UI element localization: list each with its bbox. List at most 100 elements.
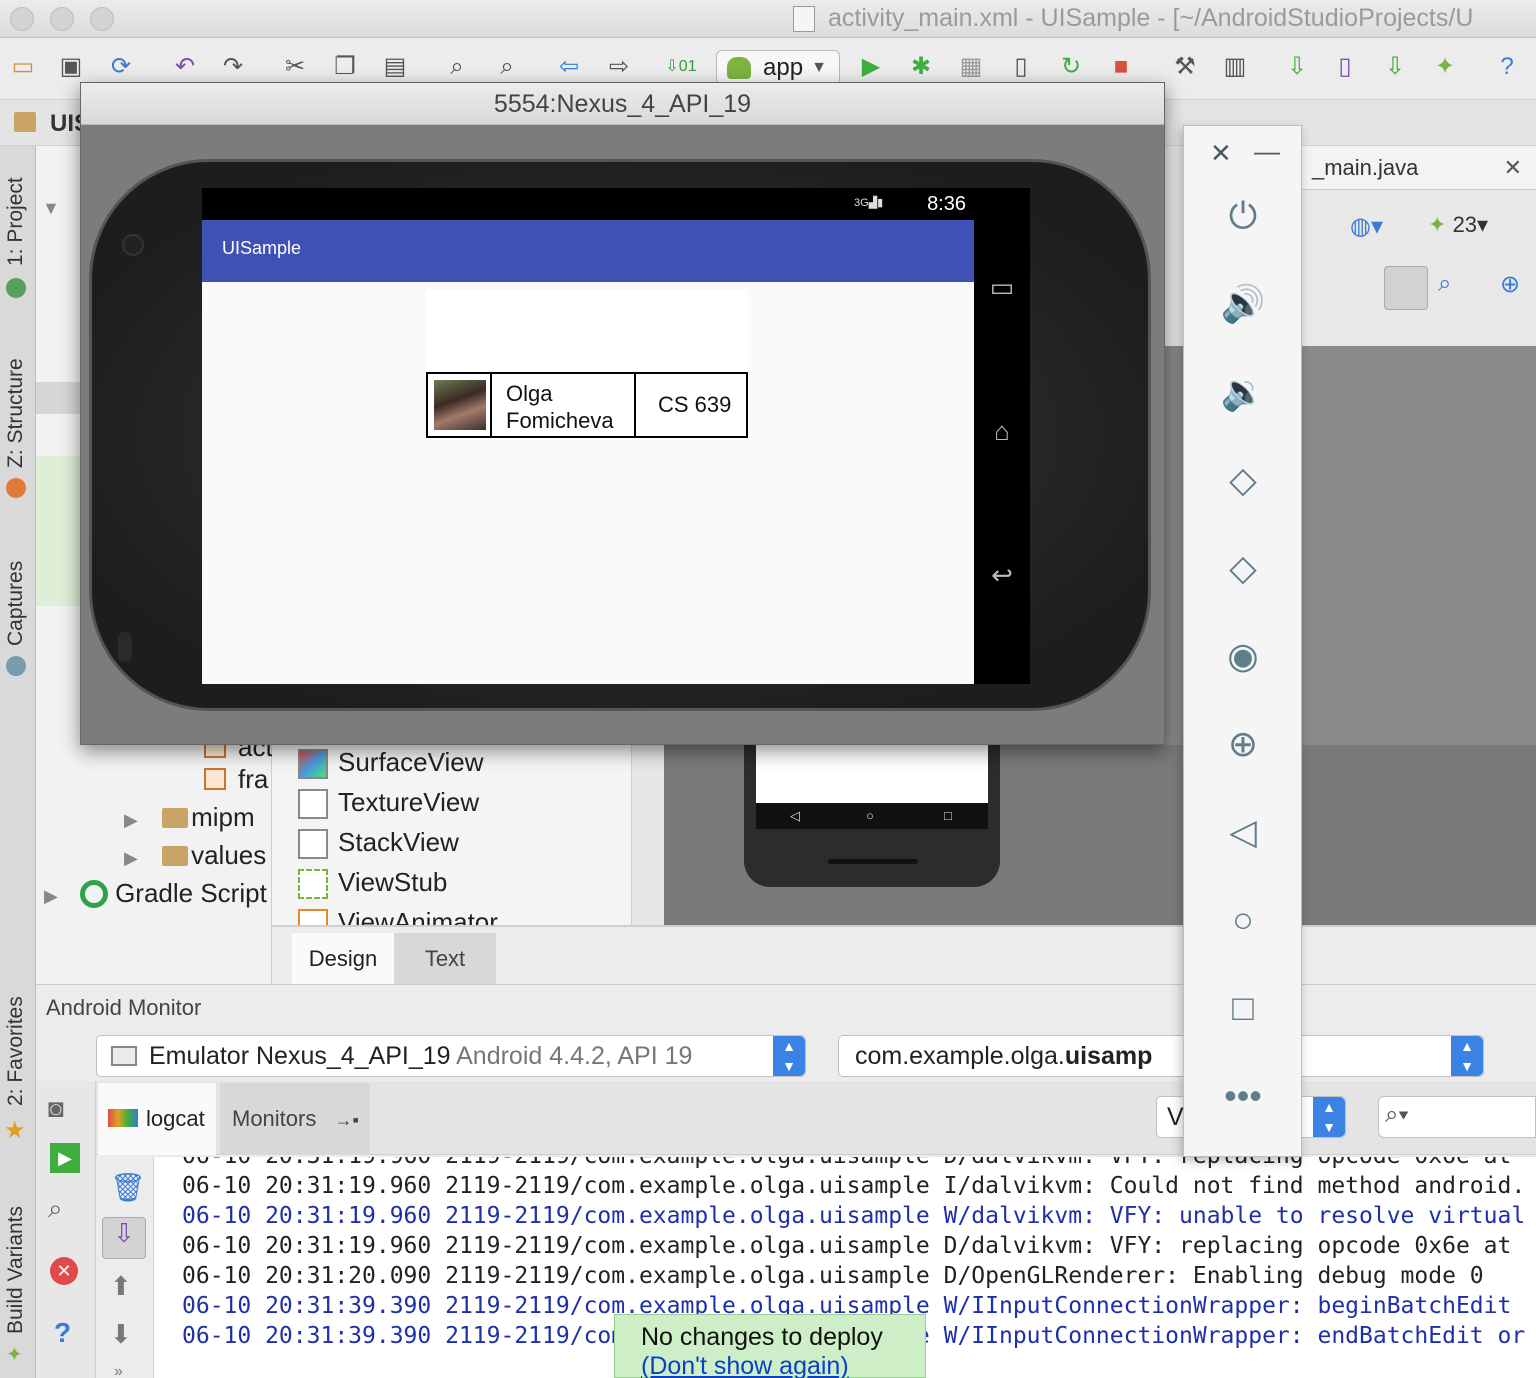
down-stack-trace-icon[interactable]: ⬇ bbox=[110, 1319, 132, 1350]
terminate-app-icon[interactable]: ✕ bbox=[50, 1257, 78, 1285]
gradle-sync-icon[interactable]: ⇩ bbox=[1280, 50, 1314, 84]
tab-logcat-label: logcat bbox=[146, 1106, 205, 1131]
list-item[interactable]: Olga Fomicheva CS 639 bbox=[426, 372, 748, 438]
rotate-right-button[interactable]: ◇ bbox=[1208, 538, 1278, 598]
run-configuration-select[interactable]: app ▼ bbox=[716, 50, 840, 86]
close-icon[interactable]: ✕ bbox=[1504, 146, 1522, 190]
recent-apps-icon[interactable]: ▭ bbox=[982, 272, 1022, 303]
logcat-icon bbox=[108, 1109, 138, 1127]
volume-up-button[interactable]: 🔊 bbox=[1208, 274, 1278, 334]
sync-icon[interactable]: ⟳ bbox=[104, 50, 138, 84]
zoom-fit-button[interactable] bbox=[1384, 266, 1428, 310]
device-screen[interactable]: 3G▟▮ 8:36 UISample Olga Fomicheva CS 639… bbox=[202, 188, 1030, 684]
palette-item-viewanimator[interactable]: ViewAnimator bbox=[298, 907, 498, 925]
zoom-in-icon[interactable]: ⊕ bbox=[1500, 270, 1520, 299]
tree-item-gradle-scripts[interactable]: ▶ Gradle Script bbox=[44, 878, 267, 909]
captures-tool-tab[interactable]: Captures bbox=[4, 561, 28, 646]
expand-arrow-icon[interactable]: ▶ bbox=[124, 848, 138, 868]
build-variants-tool-tab[interactable]: Build Variants bbox=[4, 1206, 28, 1334]
more-button[interactable]: ••• bbox=[1208, 1066, 1278, 1126]
android-device-monitor-icon[interactable]: ✦ bbox=[1428, 50, 1462, 84]
debug-icon[interactable]: ✱ bbox=[904, 50, 938, 84]
volume-down-button[interactable]: 🔉 bbox=[1208, 362, 1278, 422]
power-button[interactable]: ⏻ bbox=[1208, 186, 1278, 246]
tab-design[interactable]: Design bbox=[292, 933, 394, 985]
tab-logcat[interactable]: logcat bbox=[98, 1083, 216, 1155]
back-icon[interactable]: ↩ bbox=[982, 560, 1022, 591]
palette-item-surfaceview[interactable]: SurfaceView bbox=[298, 747, 484, 779]
avd-manager-icon[interactable]: ▯ bbox=[1328, 50, 1362, 84]
dont-show-again-link[interactable]: (Don't show again) bbox=[641, 1352, 925, 1378]
system-info-icon[interactable]: ⌕ bbox=[48, 1193, 63, 1225]
copy-icon[interactable]: ❐ bbox=[328, 50, 362, 84]
redo-icon[interactable]: ↷ bbox=[216, 50, 250, 84]
undo-icon[interactable]: ↶ bbox=[168, 50, 202, 84]
screenshot-icon[interactable]: ◙ bbox=[48, 1093, 64, 1124]
tab-monitors[interactable]: Monitors →▪ bbox=[220, 1083, 370, 1155]
screenshot-button[interactable]: ◉ bbox=[1208, 626, 1278, 686]
tree-item-mipmap[interactable]: ▶ mipm bbox=[124, 802, 255, 833]
stop-icon[interactable]: ■ bbox=[1104, 50, 1138, 84]
help-icon[interactable]: ? bbox=[1490, 50, 1524, 84]
restore-layout-icon[interactable]: →▪ bbox=[334, 1110, 358, 1130]
more-tools-icon[interactable]: » bbox=[114, 1363, 123, 1378]
close-icon[interactable]: ✕ bbox=[1210, 138, 1232, 169]
clear-logcat-icon[interactable]: 🗑 bbox=[110, 1171, 146, 1204]
expand-arrow-icon[interactable]: ▶ bbox=[124, 810, 138, 830]
find-icon[interactable]: ⌕ bbox=[440, 50, 474, 84]
attach-debugger-icon[interactable]: ▯ bbox=[1004, 50, 1038, 84]
make-project-icon[interactable]: ⇩01 bbox=[664, 50, 698, 84]
paste-icon[interactable]: ▤ bbox=[378, 50, 412, 84]
minimize-window-button[interactable] bbox=[50, 7, 74, 31]
tree-item-fragment-xml[interactable]: fra bbox=[204, 764, 268, 795]
tab-text[interactable]: Text bbox=[394, 933, 496, 985]
editor-tab-label: _main.java bbox=[1312, 155, 1419, 180]
coverage-icon[interactable]: ▦ bbox=[954, 50, 988, 84]
minimize-icon[interactable]: — bbox=[1254, 136, 1280, 167]
project-structure-icon[interactable]: ⚒ bbox=[1168, 50, 1202, 84]
sdk-download-icon[interactable]: ⇩ bbox=[1378, 50, 1412, 84]
zoom-icon: ⊕ bbox=[1227, 723, 1259, 764]
save-icon[interactable]: ▣ bbox=[54, 50, 88, 84]
sdk-manager-icon[interactable]: ▥ bbox=[1218, 50, 1252, 84]
structure-tool-tab[interactable]: Z: Structure bbox=[4, 358, 28, 468]
editor-tab-main-java[interactable]: _main.java ✕ bbox=[1300, 146, 1536, 190]
back-nav-icon[interactable]: ⇦ bbox=[552, 50, 586, 84]
favorites-tool-tab[interactable]: 2: Favorites bbox=[4, 996, 28, 1106]
api-level-label: 23 bbox=[1452, 212, 1478, 237]
home-icon[interactable]: ⌂ bbox=[982, 416, 1022, 447]
api-level-select[interactable]: ✦ 23▾ bbox=[1428, 212, 1488, 238]
process-select[interactable]: com.example.olga.uisamp ▲ ▼ bbox=[838, 1035, 1484, 1077]
device-preview: ◁ ○ □ bbox=[744, 745, 1000, 887]
zoom-window-button[interactable] bbox=[90, 7, 114, 31]
replace-icon[interactable]: ⌕ bbox=[490, 50, 524, 84]
help-icon[interactable]: ? bbox=[54, 1317, 71, 1349]
palette-item-label: SurfaceView bbox=[338, 747, 484, 777]
open-folder-icon[interactable]: ▭ bbox=[6, 50, 40, 84]
device-select[interactable]: Emulator Nexus_4_API_19 Android 4.4.2, A… bbox=[96, 1035, 806, 1077]
logcat-search-input[interactable]: ⌕▾ bbox=[1378, 1096, 1536, 1138]
rotate-left-button[interactable]: ◇ bbox=[1208, 450, 1278, 510]
tree-item-values[interactable]: ▶ values bbox=[124, 840, 266, 871]
palette-item-stackview[interactable]: StackView bbox=[298, 827, 459, 859]
up-stack-trace-icon[interactable]: ⬆ bbox=[110, 1271, 132, 1302]
forward-nav-icon[interactable]: ⇨ bbox=[602, 50, 636, 84]
zoom-button[interactable]: ⊕ bbox=[1208, 714, 1278, 774]
palette-item-viewstub[interactable]: ViewStub bbox=[298, 867, 447, 899]
screen-record-icon[interactable]: ▶ bbox=[50, 1143, 80, 1173]
collapse-arrow-icon[interactable]: ▼ bbox=[42, 198, 60, 219]
back-button[interactable]: ◁ bbox=[1208, 802, 1278, 862]
cut-icon[interactable]: ✂ bbox=[278, 50, 312, 84]
overview-button[interactable]: □ bbox=[1208, 978, 1278, 1038]
close-window-button[interactable] bbox=[10, 7, 34, 31]
run-icon[interactable]: ▶ bbox=[854, 50, 888, 84]
home-button[interactable]: ○ bbox=[1208, 890, 1278, 950]
scroll-to-end-icon[interactable]: ⇩ bbox=[102, 1217, 146, 1259]
zoom-actual-icon[interactable]: ⌕ bbox=[1438, 270, 1451, 298]
project-tool-tab[interactable]: 1: Project bbox=[4, 177, 28, 266]
apply-changes-icon[interactable]: ↻ bbox=[1054, 50, 1088, 84]
palette-item-textureview[interactable]: TextureView bbox=[298, 787, 479, 819]
expand-arrow-icon[interactable]: ▶ bbox=[44, 886, 58, 906]
design-canvas[interactable]: ◁ ○ □ bbox=[632, 745, 1536, 925]
locale-icon[interactable]: ◍▾ bbox=[1350, 212, 1383, 241]
